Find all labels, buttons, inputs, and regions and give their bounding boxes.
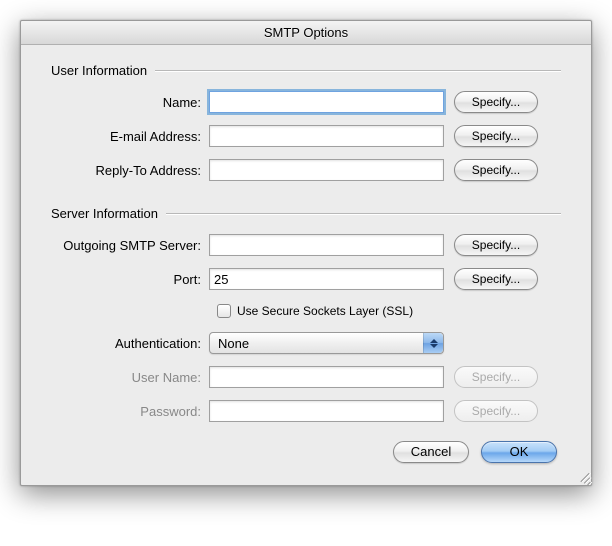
port-specify-button[interactable]: Specify... [454,268,538,290]
name-specify-button[interactable]: Specify... [454,91,538,113]
dialog-content: User Information Name: Specify... E-mail… [21,45,591,485]
smtp-options-dialog: SMTP Options User Information Name: Spec… [20,20,592,486]
replyto-label: Reply-To Address: [51,163,209,178]
password-input [209,400,444,422]
username-specify-button: Specify... [454,366,538,388]
username-input [209,366,444,388]
divider [155,70,561,71]
divider [166,213,561,214]
server-info-title: Server Information [51,206,166,221]
port-label: Port: [51,272,209,287]
user-info-title: User Information [51,63,155,78]
email-label: E-mail Address: [51,129,209,144]
email-input[interactable] [209,125,444,147]
password-row: Password: Specify... [51,399,561,423]
user-info-header: User Information [51,63,561,78]
replyto-row: Reply-To Address: Specify... [51,158,561,182]
name-label: Name: [51,95,209,110]
select-stepper-icon [423,333,443,353]
resize-grip-icon[interactable] [575,469,589,483]
username-label: User Name: [51,370,209,385]
auth-value: None [218,336,249,351]
smtp-row: Outgoing SMTP Server: Specify... [51,233,561,257]
name-row: Name: Specify... [51,90,561,114]
email-row: E-mail Address: Specify... [51,124,561,148]
port-input[interactable] [209,268,444,290]
ssl-label: Use Secure Sockets Layer (SSL) [237,304,413,318]
cancel-button[interactable]: Cancel [393,441,469,463]
ssl-row: Use Secure Sockets Layer (SSL) [51,301,561,321]
smtp-input[interactable] [209,234,444,256]
port-row: Port: Specify... [51,267,561,291]
window-title: SMTP Options [21,21,591,45]
name-input[interactable] [209,91,444,113]
dialog-footer: Cancel OK [51,441,561,463]
server-info-header: Server Information [51,206,561,221]
auth-select[interactable]: None [209,332,444,354]
password-label: Password: [51,404,209,419]
email-specify-button[interactable]: Specify... [454,125,538,147]
replyto-input[interactable] [209,159,444,181]
ssl-checkbox[interactable] [217,304,231,318]
replyto-specify-button[interactable]: Specify... [454,159,538,181]
username-row: User Name: Specify... [51,365,561,389]
server-information-group: Server Information Outgoing SMTP Server:… [51,206,561,423]
ok-button[interactable]: OK [481,441,557,463]
password-specify-button: Specify... [454,400,538,422]
user-information-group: User Information Name: Specify... E-mail… [51,63,561,182]
auth-row: Authentication: None [51,331,561,355]
auth-label: Authentication: [51,336,209,351]
smtp-label: Outgoing SMTP Server: [51,238,209,253]
smtp-specify-button[interactable]: Specify... [454,234,538,256]
